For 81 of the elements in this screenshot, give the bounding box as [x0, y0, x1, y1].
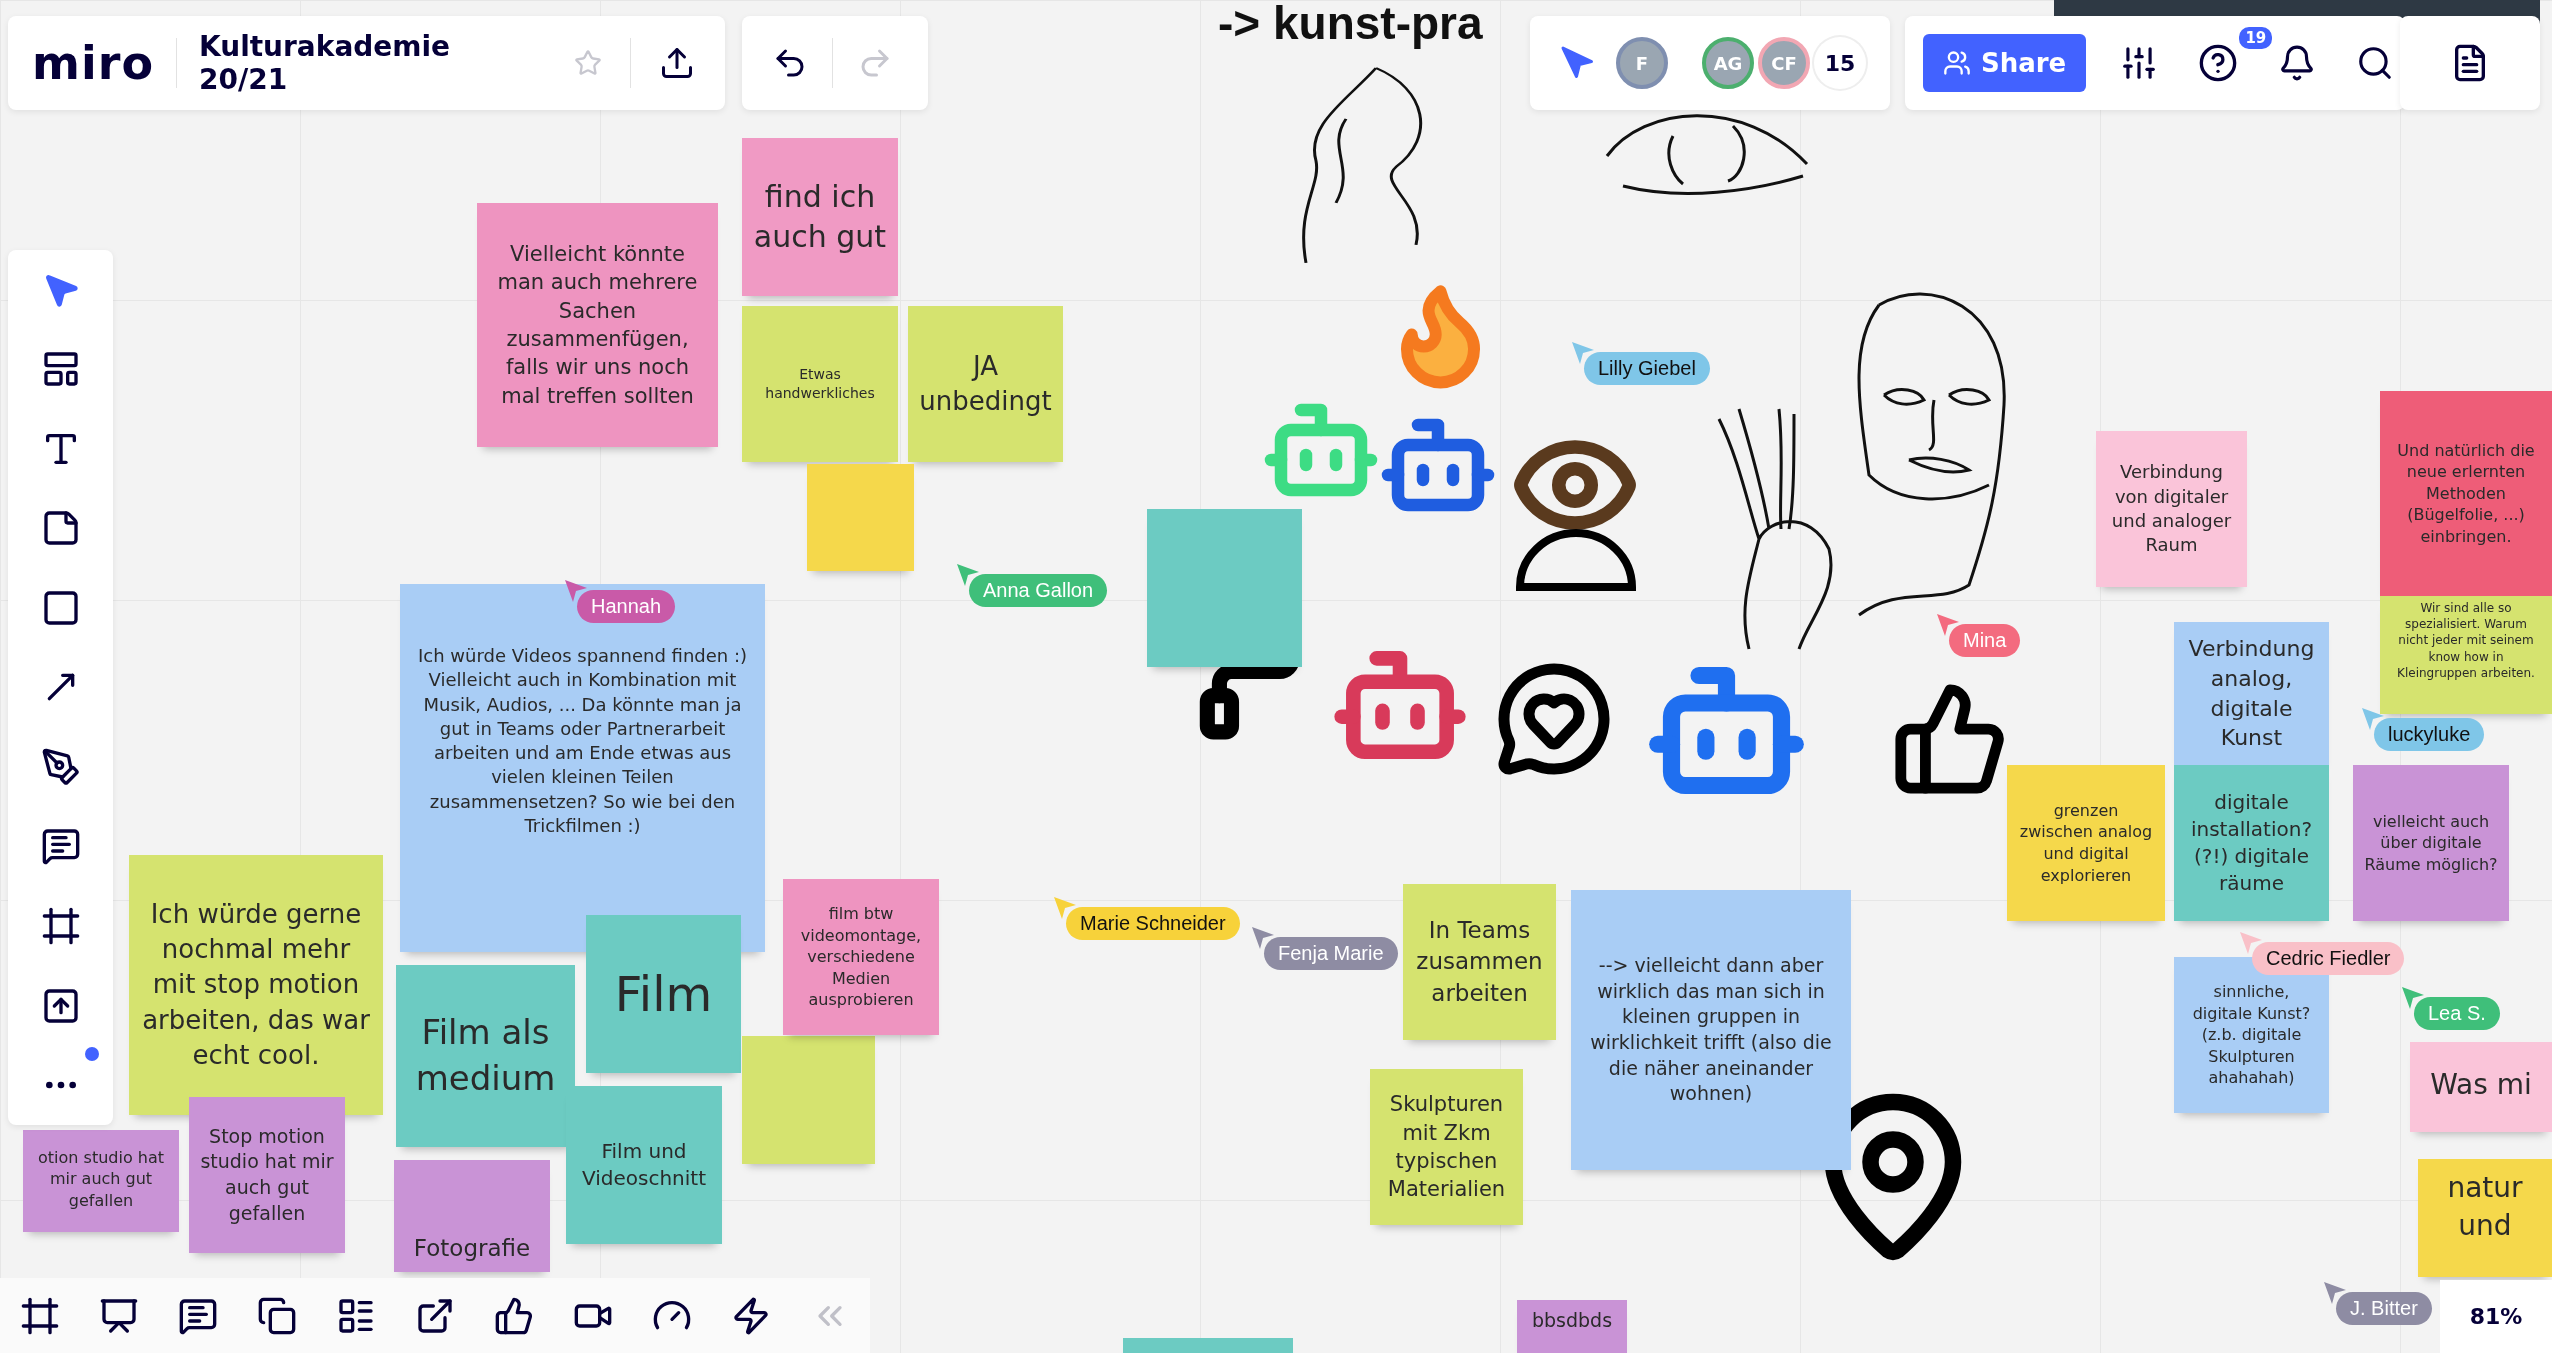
- cursor-arrow-icon: [955, 562, 981, 588]
- cursor-name-tag: Marie Schneider: [1066, 907, 1240, 940]
- sticky-note[interactable]: Wir sind alle so spezialisiert. Warum nicht jeder mit seinem know how in Kleingruppen arbeiten.: [2380, 596, 2552, 714]
- sticky-note[interactable]: digitale installation? (?!) digitale räume: [2174, 765, 2329, 921]
- sticky-note-text: sinnliche, digitale Kunst? (z.b. digitale Skulpturen ahahahah): [2191, 981, 2312, 1089]
- cursor-arrow-icon: [2322, 1280, 2348, 1306]
- notification-badge: 19: [2237, 25, 2275, 51]
- sticky-note-text: Skulpturen mit Zkm typischen Materialien: [1386, 1091, 1507, 1204]
- sticky-note[interactable]: Verbindung von digitaler und analoger Raum: [2096, 431, 2247, 587]
- cursor-name-tag: Lea S.: [2414, 997, 2500, 1030]
- cursor-arrow-icon: [1250, 925, 1276, 951]
- sticky-note[interactable]: Film und Videoschnitt: [566, 1086, 722, 1244]
- cursor-name-tag: Hannah: [577, 590, 676, 623]
- sticky-note-text: Film als medium: [414, 1011, 557, 1100]
- sticky-note[interactable]: Ich würde gerne nochmal mehr mit stop motion arbeiten, das war echt cool.: [129, 855, 383, 1115]
- cursor-arrow-icon: [1570, 340, 1596, 366]
- sticky-note-text: Etwas handwerkliches: [764, 365, 876, 403]
- sticky-note-text: Ich würde Videos spannend finden :) Vielleicht auch in Kombination mit Musik, Audios, ... Da könnte man ja gut in Teams oder Partnerarbeit arbeiten und am Ende etwas aus vielen kleinen Teilen zusammensetzen? So wie bei den Trickfilmen :): [416, 644, 748, 839]
- miro-logo[interactable]: miro: [32, 36, 154, 90]
- sticky-note-text: In Teams zusammen arbeiten: [1415, 916, 1544, 1008]
- sticky-note[interactable]: otion studio hat mir auch gut gefallen: [23, 1130, 179, 1232]
- sticky-note[interactable]: [400, 584, 765, 952]
- sticky-note-text: Verbindung analog, digitale Kunst: [2187, 635, 2316, 753]
- cursor-arrow-icon: [2238, 930, 2264, 956]
- share-button[interactable]: Share: [1923, 34, 2087, 92]
- sticky-note-text: Film: [614, 964, 713, 1024]
- sticky-note[interactable]: Und natürlich die neue erlernten Methoden (Bügelfolie, ...) einbringen.: [2380, 391, 2552, 596]
- sticky-note[interactable]: Skulpturen mit Zkm typischen Materialien: [1370, 1069, 1523, 1225]
- sticky-note-text: Was mi: [2430, 1067, 2532, 1104]
- sticky-note-text: otion studio hat mir auch gut gefallen: [37, 1146, 165, 1212]
- cursor-name-tag: Mina: [1949, 624, 2021, 657]
- cursor-name-tag: J. Bitter: [2336, 1292, 2432, 1325]
- sticky-note[interactable]: Was mi: [2410, 1042, 2552, 1132]
- sticky-note[interactable]: Etwas handwerkliches: [742, 306, 898, 462]
- sticky-note-text: Und natürlich die neue erlernten Methoden (Bügelfolie, ...) einbringen.: [2396, 439, 2536, 548]
- sticky-note-text: natur und: [2446, 1170, 2524, 1244]
- cursor-name-tag: Lilly Giebel: [1584, 352, 1710, 385]
- sticky-note-text: Verbindung von digitaler und analoger Raum: [2110, 460, 2233, 558]
- sticky-note[interactable]: Verbindung analog, digitale Kunst: [2174, 622, 2329, 765]
- board-title[interactable]: Kulturakademie 20/21: [199, 30, 546, 96]
- zoom-level[interactable]: 81%: [2440, 1280, 2552, 1353]
- cursor-arrow-icon: [2360, 706, 2386, 732]
- users-icon: [1943, 49, 1971, 77]
- cursor-name-tag: luckyluke: [2374, 718, 2485, 751]
- sticky-note-text: Film und Videoschnitt: [580, 1138, 707, 1192]
- cursor-arrow-icon: [1052, 895, 1078, 921]
- sticky-note-text: Ich würde gerne nochmal mehr mit stop motion arbeiten, das war echt cool.: [141, 898, 371, 1072]
- sticky-note[interactable]: vielleicht auch über digitale Räume möglich?: [2353, 765, 2509, 921]
- cursor-name-tag: Cedric Fiedler: [2252, 942, 2405, 975]
- sticky-note[interactable]: JA unbedingt: [908, 306, 1063, 462]
- sticky-note[interactable]: Vielleicht könnte man auch mehrere Sachen zusammenfügen, falls wir uns noch mal treffen sollten: [477, 203, 718, 447]
- sticky-note-text: Vielleicht könnte man auch mehrere Sachen zusammenfügen, falls wir uns noch mal treffen sollten: [496, 240, 699, 410]
- sticky-note-text: bbsdbds: [1531, 1308, 1613, 1333]
- sticky-note[interactable]: In Teams zusammen arbeiten: [1403, 884, 1556, 1040]
- sticky-note[interactable]: natur und: [2418, 1159, 2552, 1277]
- sticky-note-text: digitale installation? (?!) digitale räume: [2189, 789, 2313, 897]
- sticky-note[interactable]: --> vielleicht dann aber wirklich das man sich in kleinen gruppen in wirklichkeit trifft (also die die näher aneinander wohnen): [1571, 890, 1851, 1170]
- sticky-note-text: JA unbedingt: [918, 349, 1053, 418]
- sticky-note-text: Stop motion studio hat mir auch gut gefallen: [199, 1123, 335, 1226]
- sticky-note-text: grenzen zwischen analog und digital explorieren: [2018, 799, 2154, 887]
- board-heading: -> kunst-pra: [1218, 0, 1483, 50]
- sticky-note[interactable]: film btw videomontage, verschiedene Medien ausprobieren: [783, 879, 939, 1035]
- sticky-note-text: Wir sind alle so spezialisiert. Warum nicht jeder mit seinem know how in Kleingruppen arbeiten.: [2396, 600, 2536, 681]
- cursor-name-tag: Anna Gallon: [969, 574, 1108, 607]
- cursor-arrow-icon: [563, 578, 589, 604]
- cursor-arrow-icon: [2400, 985, 2426, 1011]
- sticky-note-text: find ich auch gut: [752, 177, 888, 256]
- cursor-arrow-icon: [1935, 612, 1961, 638]
- sticky-note[interactable]: bbsdbds: [1517, 1300, 1627, 1353]
- sticky-note-text: vielleicht auch über digitale Räume möglich?: [2363, 810, 2499, 876]
- sticky-note[interactable]: grenzen zwischen analog und digital explorieren: [2007, 765, 2165, 921]
- sticky-note[interactable]: Stop motion studio hat mir auch gut gefallen: [189, 1097, 345, 1253]
- sticky-note-text: --> vielleicht dann aber wirklich das man sich in kleinen gruppen in wirklichkeit trifft (also die die näher aneinander wohnen): [1589, 953, 1833, 1107]
- sticky-note[interactable]: Fotografie: [394, 1160, 550, 1272]
- collaborator-count[interactable]: 15: [1814, 37, 1866, 89]
- sticky-note[interactable]: Film als medium: [396, 965, 575, 1147]
- cursor-name-tag: Fenja Marie: [1264, 937, 1398, 970]
- sticky-note[interactable]: find ich auch gut: [742, 138, 898, 296]
- sticky-note-text: Fotografie: [413, 1233, 531, 1263]
- sticky-note[interactable]: Film: [586, 915, 741, 1073]
- sticky-note-text: film btw videomontage, verschiedene Medien ausprobieren: [799, 903, 923, 1011]
